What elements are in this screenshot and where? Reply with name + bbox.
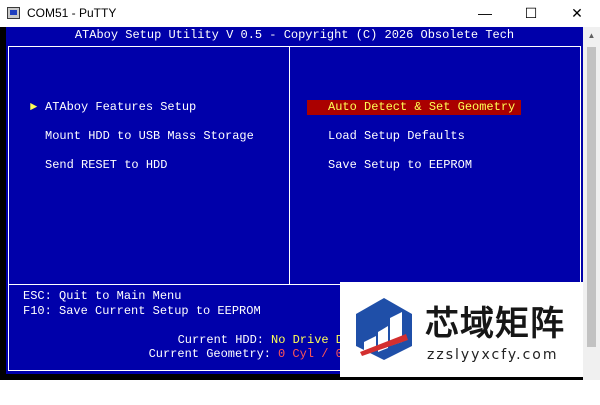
help-line-f10: F10: Save Current Setup to EEPROM <box>23 304 261 318</box>
scroll-thumb[interactable] <box>587 47 596 347</box>
window-titlebar: COM51 - PuTTY — ☐ ✕ <box>0 0 600 27</box>
watermark-overlay: 芯域矩阵 zzslyyxcfy.com <box>340 282 583 377</box>
current-geometry-label: Current Geometry: <box>148 347 271 361</box>
watermark-url: zzslyyxcfy.com <box>427 347 559 363</box>
help-line-esc: ESC: Quit to Main Menu <box>23 289 182 303</box>
menu-item-save-eeprom[interactable]: Save Setup to EEPROM <box>328 158 472 173</box>
minimize-button[interactable]: — <box>462 0 508 27</box>
menu-item-send-reset[interactable]: Send RESET to HDD <box>45 158 167 173</box>
menu-item-load-defaults[interactable]: Load Setup Defaults <box>328 129 465 144</box>
scroll-up-arrow-icon[interactable]: ▲ <box>583 27 600 44</box>
menu-item-ataboy-features-setup[interactable]: ATAboy Features Setup <box>45 100 196 115</box>
close-button[interactable]: ✕ <box>554 0 600 27</box>
watermark-title: 芯域矩阵 <box>425 304 565 344</box>
menu-pointer-icon: ► <box>30 100 38 114</box>
current-hdd-value: No Drive D <box>271 333 344 347</box>
putty-icon[interactable] <box>7 7 20 19</box>
menu-item-mount-hdd-usb[interactable]: Mount HDD to USB Mass Storage <box>45 129 254 144</box>
frame-divider-vertical <box>289 46 290 284</box>
menu-item-auto-detect-geometry[interactable]: Auto Detect & Set Geometry <box>307 100 522 115</box>
window-title: COM51 - PuTTY <box>27 6 117 20</box>
putty-icon-screen <box>10 10 17 15</box>
maximize-button[interactable]: ☐ <box>508 0 554 27</box>
current-geometry-value: 0 Cyl / 0 <box>278 347 343 361</box>
watermark-logo-icon <box>356 298 412 360</box>
current-hdd-label: Current HDD: <box>177 333 264 347</box>
vertical-scrollbar[interactable]: ▲ <box>583 27 600 380</box>
setup-title: ATAboy Setup Utility V 0.5 - Copyright (… <box>74 28 515 42</box>
